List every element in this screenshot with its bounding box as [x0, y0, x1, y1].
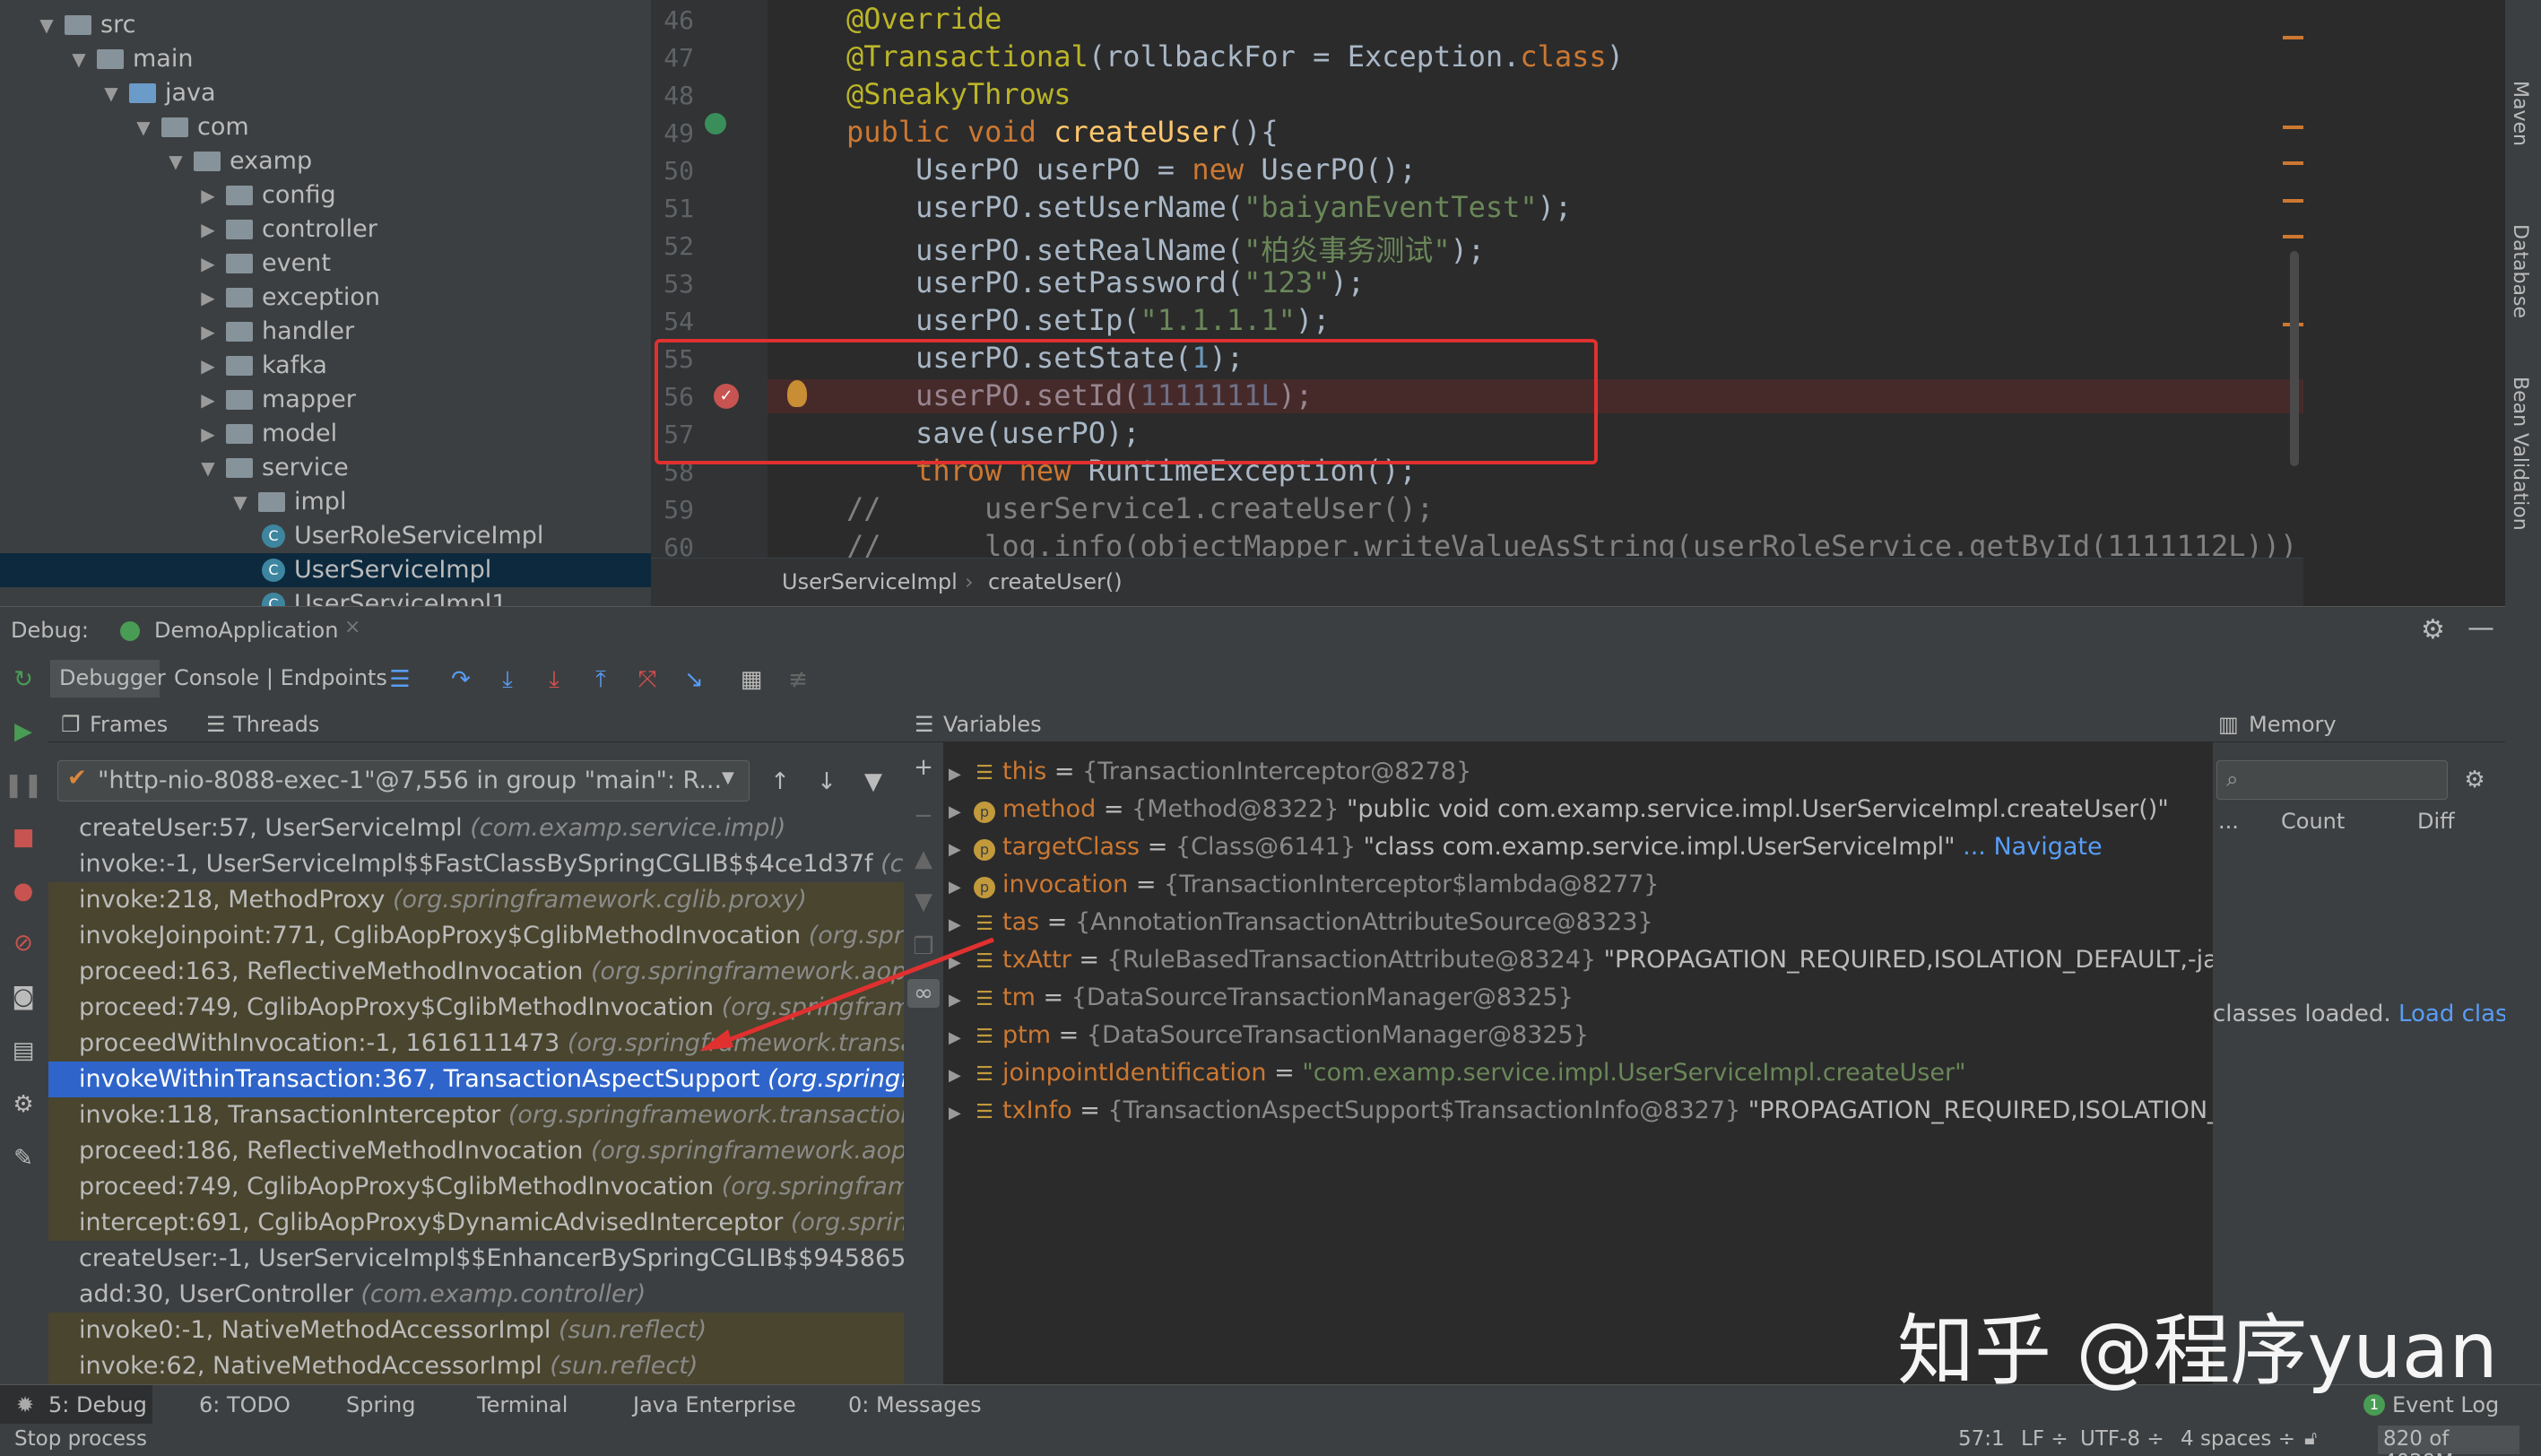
line-separator[interactable]: LF ÷	[2021, 1427, 2068, 1451]
lock-icon[interactable]: 🔓︎	[2304, 1427, 2317, 1450]
memory-indicator[interactable]: 820 of 4029M	[2378, 1426, 2519, 1456]
tab-terminal[interactable]: Terminal	[477, 1392, 568, 1417]
watermark: 知乎 @程序yuan	[1897, 1306, 2498, 1396]
status-bar: Stop process 57:1 LF ÷ UTF-8 ÷ 4 spaces …	[0, 1424, 2541, 1456]
tab-todo[interactable]: 6: TODO	[199, 1392, 291, 1417]
annotation-arrow	[699, 937, 994, 1052]
caret-position[interactable]: 57:1	[1958, 1427, 2005, 1451]
indent-setting[interactable]: 4 spaces ÷	[2181, 1427, 2295, 1451]
tab-spring[interactable]: Spring	[346, 1392, 415, 1417]
bug-icon: ✹	[16, 1392, 35, 1417]
tab-java-enterprise[interactable]: Java Enterprise	[633, 1392, 796, 1417]
file-encoding[interactable]: UTF-8 ÷	[2080, 1427, 2164, 1451]
memory-indicator-text: 820 of 4029M	[2383, 1427, 2453, 1456]
tab-messages[interactable]: 0: Messages	[848, 1392, 982, 1417]
tab-debug[interactable]: 5: Debug	[48, 1392, 147, 1417]
status-message: Stop process	[14, 1427, 147, 1451]
